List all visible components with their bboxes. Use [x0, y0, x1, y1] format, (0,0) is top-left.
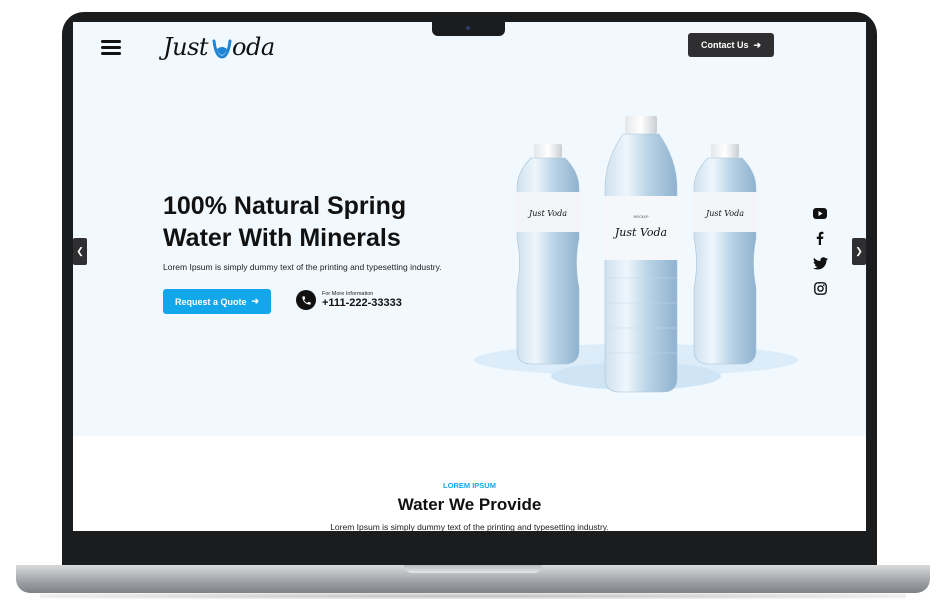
laptop-shadow [40, 593, 906, 599]
slider-next-button[interactable]: ❯ [852, 238, 866, 265]
slider-prev-button[interactable]: ❮ [73, 238, 87, 265]
social-links [812, 205, 828, 296]
section-subtitle: Lorem Ipsum is simply dummy text of the … [330, 522, 609, 531]
arrow-right-icon: ➜ [251, 296, 260, 306]
laptop-base-groove [404, 565, 542, 573]
facebook-icon[interactable] [812, 230, 828, 246]
phone-icon [296, 290, 316, 310]
request-quote-button[interactable]: Request a Quote ➜ [163, 289, 271, 314]
youtube-icon[interactable] [812, 205, 828, 221]
browser-screen: Just oda Contact Us ➜ ❮ ❯ 100% Natural S… [73, 22, 866, 531]
request-quote-label: Request a Quote [174, 296, 247, 307]
chevron-left-icon: ❮ [76, 246, 84, 256]
hero-title: 100% Natural Spring Water With Minerals [163, 190, 463, 254]
water-bottles-image: Just Voda Just Voda MOCKUP Just Voda [474, 116, 798, 393]
laptop-chin [73, 531, 866, 565]
svg-text:MOCKUP: MOCKUP [633, 215, 648, 219]
hero-title-line-2: Water With Minerals [163, 224, 401, 252]
contact-us-button[interactable]: Contact Us ➜ [688, 33, 774, 57]
logo-drop-icon [212, 39, 232, 59]
phone-contact[interactable]: For More Information +111-222-33333 [296, 290, 402, 310]
camera-notch [432, 22, 505, 36]
camera-icon [466, 26, 470, 30]
section-eyebrow: LOREM IPSUM [443, 481, 496, 490]
svg-text:Just Voda: Just Voda [613, 226, 667, 239]
contact-us-label: Contact Us [700, 40, 749, 50]
hero-title-line-1: 100% Natural Spring [163, 192, 407, 220]
svg-text:Just Voda: Just Voda [527, 209, 567, 218]
site-logo[interactable]: Just oda [163, 32, 275, 62]
logo-text: Just [163, 33, 209, 61]
instagram-icon[interactable] [812, 280, 828, 296]
phone-number: +111-222-33333 [322, 297, 402, 309]
twitter-icon[interactable] [812, 255, 828, 271]
svg-text:Just Voda: Just Voda [704, 209, 744, 218]
logo-text-suffix: oda [232, 33, 275, 61]
hero-subtitle: Lorem Ipsum is simply dummy text of the … [163, 262, 442, 272]
arrow-right-icon: ➜ [753, 39, 762, 50]
hamburger-menu-icon[interactable] [101, 40, 121, 55]
section-title: Water We Provide [397, 495, 542, 514]
chevron-right-icon: ❯ [855, 246, 863, 256]
